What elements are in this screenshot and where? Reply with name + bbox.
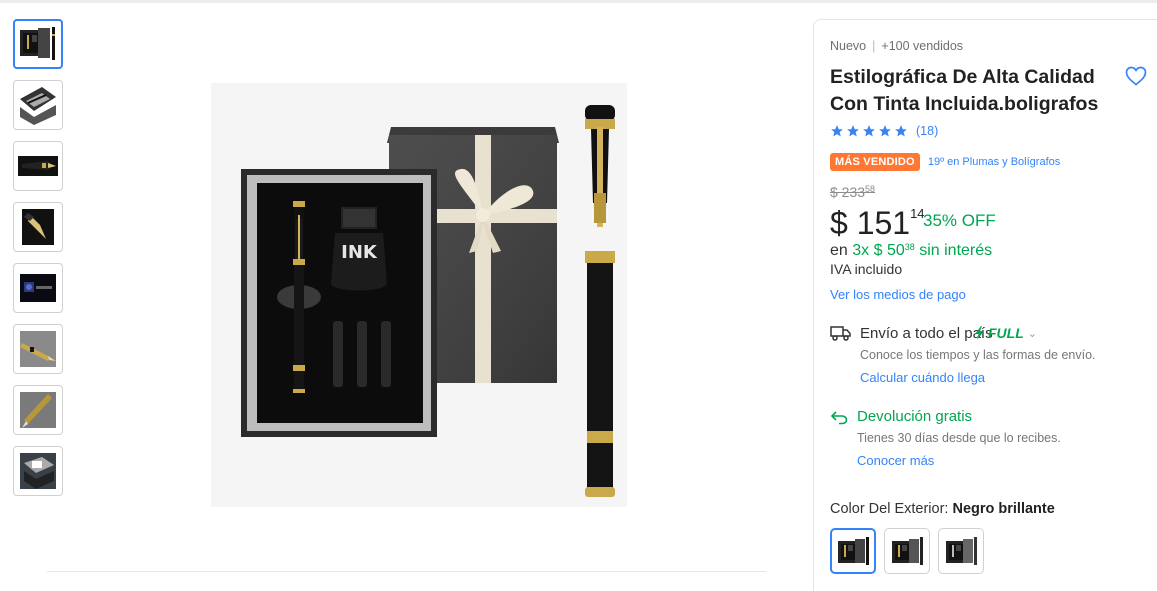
thumbnail-1[interactable] — [13, 19, 63, 69]
installments-info: en 3x $ 5038 sin interés — [830, 242, 992, 260]
rating-summary[interactable]: (18) — [830, 124, 938, 138]
pen-box-open-thumbnail — [20, 87, 56, 125]
installments-amount: $ 50 — [873, 242, 905, 259]
free-return-title: Devolución gratis — [857, 408, 973, 425]
current-price: $ 15114 — [830, 205, 925, 242]
star-icon — [847, 125, 859, 137]
ink-label: INK — [341, 242, 378, 263]
full-label: FULL — [988, 325, 1024, 341]
return-arrow-icon — [830, 411, 848, 425]
pen-gift-set-thumbnail — [20, 27, 55, 60]
tax-included-label: IVA incluido — [830, 261, 903, 277]
free-return-description: Tienes 30 días desde que lo recibes. — [857, 431, 1061, 445]
chevron-down-icon: ⌄ — [1027, 327, 1037, 340]
star-icon — [895, 125, 907, 137]
thumbnail-6[interactable] — [13, 324, 63, 374]
badges-row: MÁS VENDIDO 19º en Plumas y Bolígrafos — [830, 153, 1060, 171]
discount-label: 35% OFF — [923, 211, 996, 230]
thumbnail-2[interactable] — [13, 80, 63, 130]
original-price: $ 23358 — [830, 184, 875, 200]
current-price-main: $ 151 — [830, 205, 911, 241]
bottom-divider — [47, 571, 766, 572]
pen-nib-thumbnail — [18, 156, 58, 176]
color-swatches — [830, 528, 984, 574]
pen-gold-angle-thumbnail — [20, 392, 56, 428]
pen-gift-box-thumbnail — [20, 453, 56, 489]
main-product-image[interactable]: INK — [211, 83, 627, 507]
color-selector-label: Color Del Exterior: Negro brillante — [830, 501, 1055, 517]
calculate-shipping-link[interactable]: Calcular cuándo llega — [860, 370, 985, 385]
original-price-cents: 58 — [865, 184, 876, 194]
buy-box-panel: Nuevo | +100 vendidos Estilográfica De Alt… — [813, 19, 1157, 591]
color-option-1[interactable] — [830, 528, 876, 574]
thumbnail-gallery — [13, 19, 63, 507]
full-shipping-badge[interactable]: FULL ⌄ — [974, 325, 1037, 341]
heart-icon[interactable] — [1124, 64, 1148, 88]
lightning-icon — [975, 326, 984, 340]
product-title: Estilográfica De Alta Calidad Con Tinta … — [830, 66, 1099, 115]
learn-more-link[interactable]: Conocer más — [857, 453, 934, 468]
installments-suffix: sin interés — [919, 242, 993, 259]
star-icon — [879, 125, 891, 137]
pen-set-swatch-icon — [838, 537, 869, 565]
top-border — [0, 0, 1157, 3]
original-price-main: $ 233 — [830, 184, 866, 200]
best-seller-badge: MÁS VENDIDO — [830, 153, 920, 171]
shipping-description: Conoce los tiempos y las formas de envío… — [860, 348, 1096, 362]
thumbnail-7[interactable] — [13, 385, 63, 435]
star-icon — [863, 125, 875, 137]
pen-set-swatch-icon — [892, 537, 923, 565]
thumbnail-5[interactable] — [13, 263, 63, 313]
thumbnail-4[interactable] — [13, 202, 63, 252]
pen-dark-scene-thumbnail — [20, 274, 56, 302]
condition-label: Nuevo — [830, 39, 867, 53]
color-option-3[interactable] — [938, 528, 984, 574]
pen-gold-thumbnail — [20, 331, 56, 367]
product-subtitle: Nuevo | +100 vendidos — [830, 39, 963, 53]
shipping-title: Envío a todo el país — [860, 325, 993, 342]
reviews-count: (18) — [916, 124, 939, 138]
installments-count: 3x — [852, 242, 870, 259]
pen-set-swatch-icon — [946, 537, 977, 565]
fountain-pen-gift-set-image: INK — [211, 83, 627, 507]
selected-color: Negro brillante — [952, 501, 1055, 517]
installments-prefix: en — [830, 242, 848, 259]
subtitle-separator: | — [872, 39, 876, 53]
color-label-text: Color Del Exterior: — [830, 501, 949, 517]
thumbnail-3[interactable] — [13, 141, 63, 191]
star-icon — [831, 125, 843, 137]
thumbnail-8[interactable] — [13, 446, 63, 496]
sold-count: +100 vendidos — [881, 39, 964, 53]
installments-cents: 38 — [904, 242, 915, 252]
pen-nib-closeup-thumbnail — [22, 209, 54, 245]
color-option-2[interactable] — [884, 528, 930, 574]
truck-icon — [830, 326, 851, 341]
payment-methods-link[interactable]: Ver los medios de pago — [830, 287, 966, 302]
category-rank-link[interactable]: 19º en Plumas y Bolígrafos — [928, 156, 1060, 168]
